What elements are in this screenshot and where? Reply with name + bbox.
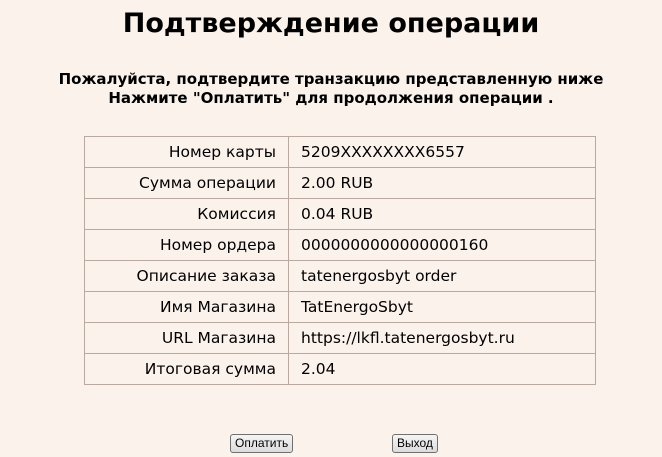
page-title: Подтверждение операции [122,8,540,39]
table-row-shop-url: URL Магазина https://lkfl.tatenergosbyt.… [84,322,596,354]
table-row-order-number: Номер ордера 0000000000000000160 [84,229,596,261]
order-description-value: tatenergosbyt order [288,260,596,292]
card-number-value: 5209XXXXXXXX6557 [288,136,596,168]
total-label: Итоговая сумма [84,353,289,385]
order-number-value: 0000000000000000160 [288,229,596,261]
shop-name-value: TatEnergoSbyt [288,291,596,323]
amount-value: 2.00 RUB [288,167,596,199]
shop-url-value: https://lkfl.tatenergosbyt.ru [288,322,596,354]
table-row-amount: Сумма операции 2.00 RUB [84,167,596,199]
amount-label: Сумма операции [84,167,289,199]
total-value: 2.04 [288,353,596,385]
commission-label: Комиссия [84,198,289,230]
table-row-commission: Комиссия 0.04 RUB [84,198,596,230]
order-number-label: Номер ордера [84,229,289,261]
shop-url-label: URL Магазина [84,322,289,354]
instructions-line-2: Нажмите "Оплатить" для продолжения опера… [108,89,554,107]
shop-name-label: Имя Магазина [84,291,289,323]
transaction-details-table: Номер карты 5209XXXXXXXX6557 Сумма опера… [84,136,596,385]
table-row-shop-name: Имя Магазина TatEnergoSbyt [84,291,596,323]
commission-value: 0.04 RUB [288,198,596,230]
instructions: Пожалуйста, подтвердите транзакцию предс… [0,70,662,108]
order-description-label: Описание заказа [84,260,289,292]
instructions-line-1: Пожалуйста, подтвердите транзакцию предс… [58,70,604,88]
card-number-label: Номер карты [84,136,289,168]
table-row-card-number: Номер карты 5209XXXXXXXX6557 [84,136,596,168]
exit-button[interactable]: Выход [392,434,438,453]
table-row-order-description: Описание заказа tatenergosbyt order [84,260,596,292]
table-row-total: Итоговая сумма 2.04 [84,353,596,385]
pay-button[interactable]: Оплатить [230,434,294,453]
